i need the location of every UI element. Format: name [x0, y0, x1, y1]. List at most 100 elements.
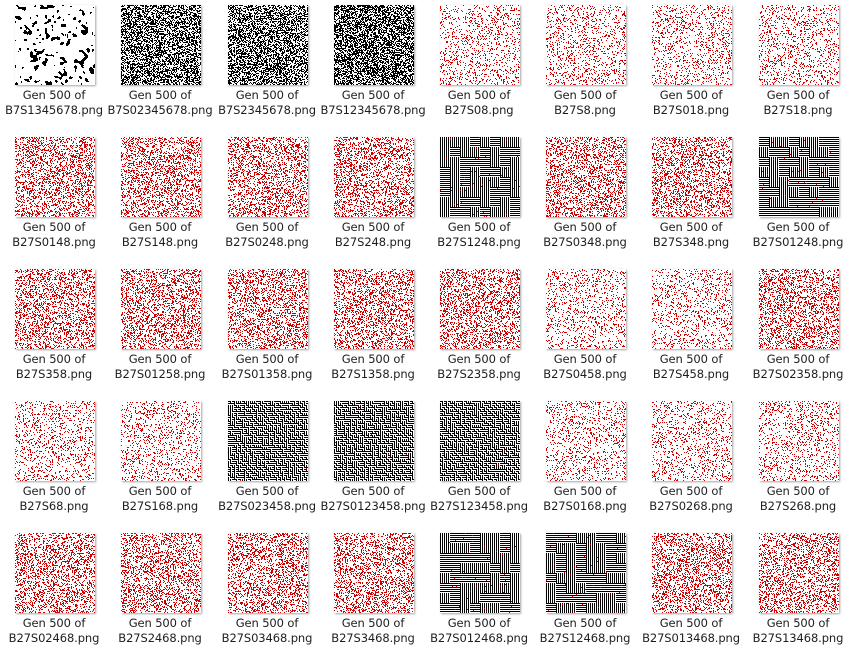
image-thumbnail[interactable] — [228, 269, 308, 349]
file-name-label[interactable]: Gen 500 of B27S02468.png — [0, 616, 111, 646]
image-thumbnail[interactable] — [334, 533, 414, 613]
file-item[interactable]: Gen 500 of B27S023458.png — [214, 396, 320, 524]
file-item[interactable]: Gen 500 of B7S12345678.png — [320, 0, 426, 128]
image-thumbnail[interactable] — [334, 269, 414, 349]
file-name-label[interactable]: Gen 500 of B27S1248.png — [422, 220, 536, 250]
image-thumbnail[interactable] — [334, 401, 414, 481]
file-name-label[interactable]: Gen 500 of B27S0458.png — [528, 352, 642, 382]
file-item[interactable]: Gen 500 of B27S12468.png — [532, 528, 638, 656]
image-thumbnail[interactable] — [652, 137, 732, 217]
file-name-label[interactable]: Gen 500 of B27S01358.png — [210, 352, 324, 382]
file-name-label[interactable]: Gen 500 of B27S013468.png — [634, 616, 748, 646]
file-item[interactable]: Gen 500 of B27S248.png — [320, 132, 426, 260]
file-item[interactable]: Gen 500 of B27S358.png — [1, 264, 107, 392]
file-name-label[interactable]: Gen 500 of B27S248.png — [316, 220, 430, 250]
file-name-label[interactable]: Gen 500 of B27S358.png — [0, 352, 111, 382]
file-item[interactable]: Gen 500 of B27S08.png — [426, 0, 532, 128]
file-name-label[interactable]: Gen 500 of B27S123458.png — [422, 484, 536, 514]
image-thumbnail[interactable] — [228, 533, 308, 613]
file-name-label[interactable]: Gen 500 of B7S2345678.png — [210, 88, 324, 118]
file-name-label[interactable]: Gen 500 of B27S03468.png — [210, 616, 324, 646]
image-thumbnail[interactable] — [546, 5, 626, 85]
file-name-label[interactable]: Gen 500 of B7S12345678.png — [316, 88, 430, 118]
file-item[interactable]: Gen 500 of B27S168.png — [107, 396, 213, 524]
image-thumbnail[interactable] — [759, 533, 839, 613]
image-thumbnail[interactable] — [652, 401, 732, 481]
file-item[interactable]: Gen 500 of B27S01258.png — [107, 264, 213, 392]
image-thumbnail[interactable] — [440, 5, 520, 85]
file-name-label[interactable]: Gen 500 of B27S8.png — [528, 88, 642, 118]
image-thumbnail[interactable] — [440, 269, 520, 349]
image-thumbnail[interactable] — [652, 5, 732, 85]
file-item[interactable]: Gen 500 of B27S18.png — [745, 0, 851, 128]
file-item[interactable]: Gen 500 of B27S012468.png — [426, 528, 532, 656]
file-item[interactable]: Gen 500 of B27S1358.png — [320, 264, 426, 392]
image-thumbnail[interactable] — [334, 137, 414, 217]
image-thumbnail[interactable] — [440, 533, 520, 613]
file-item[interactable]: Gen 500 of B27S02358.png — [745, 264, 851, 392]
image-thumbnail[interactable] — [652, 533, 732, 613]
image-thumbnail[interactable] — [15, 401, 95, 481]
image-thumbnail[interactable] — [759, 5, 839, 85]
file-name-label[interactable]: Gen 500 of B27S458.png — [634, 352, 748, 382]
file-item[interactable]: Gen 500 of B27S13468.png — [745, 528, 851, 656]
file-name-label[interactable]: Gen 500 of B27S68.png — [0, 484, 111, 514]
file-item[interactable]: Gen 500 of B27S148.png — [107, 132, 213, 260]
file-name-label[interactable]: Gen 500 of B27S018.png — [634, 88, 748, 118]
file-name-label[interactable]: Gen 500 of B27S0348.png — [528, 220, 642, 250]
file-item[interactable]: Gen 500 of B27S0348.png — [532, 132, 638, 260]
image-thumbnail[interactable] — [228, 401, 308, 481]
file-name-label[interactable]: Gen 500 of B27S3468.png — [316, 616, 430, 646]
image-thumbnail[interactable] — [546, 269, 626, 349]
image-thumbnail[interactable] — [440, 401, 520, 481]
file-name-label[interactable]: Gen 500 of B27S13468.png — [741, 616, 854, 646]
file-name-label[interactable]: Gen 500 of B27S0123458.png — [316, 484, 430, 514]
image-thumbnail[interactable] — [121, 269, 201, 349]
file-item[interactable]: Gen 500 of B27S02468.png — [1, 528, 107, 656]
file-item[interactable]: Gen 500 of B7S1345678.png — [1, 0, 107, 128]
file-name-label[interactable]: Gen 500 of B27S023458.png — [210, 484, 324, 514]
image-thumbnail[interactable] — [546, 533, 626, 613]
file-item[interactable]: Gen 500 of B27S8.png — [532, 0, 638, 128]
file-item[interactable]: Gen 500 of B27S3468.png — [320, 528, 426, 656]
file-name-label[interactable]: Gen 500 of B27S01248.png — [741, 220, 854, 250]
file-item[interactable]: Gen 500 of B7S02345678.png — [107, 0, 213, 128]
image-thumbnail[interactable] — [334, 5, 414, 85]
file-item[interactable]: Gen 500 of B27S0268.png — [638, 396, 744, 524]
file-item[interactable]: Gen 500 of B27S0458.png — [532, 264, 638, 392]
file-name-label[interactable]: Gen 500 of B7S02345678.png — [103, 88, 217, 118]
image-thumbnail[interactable] — [121, 533, 201, 613]
image-thumbnail[interactable] — [15, 269, 95, 349]
file-name-label[interactable]: Gen 500 of B27S01258.png — [103, 352, 217, 382]
file-item[interactable]: Gen 500 of B27S2358.png — [426, 264, 532, 392]
file-item[interactable]: Gen 500 of B27S01358.png — [214, 264, 320, 392]
file-item[interactable]: Gen 500 of B27S1248.png — [426, 132, 532, 260]
file-name-label[interactable]: Gen 500 of B27S0248.png — [210, 220, 324, 250]
file-item[interactable]: Gen 500 of B27S2468.png — [107, 528, 213, 656]
file-name-label[interactable]: Gen 500 of B27S18.png — [741, 88, 854, 118]
file-item[interactable]: Gen 500 of B27S458.png — [638, 264, 744, 392]
file-item[interactable]: Gen 500 of B27S0168.png — [532, 396, 638, 524]
file-item[interactable]: Gen 500 of B27S013468.png — [638, 528, 744, 656]
file-name-label[interactable]: Gen 500 of B27S2358.png — [422, 352, 536, 382]
file-name-label[interactable]: Gen 500 of B27S12468.png — [528, 616, 642, 646]
image-thumbnail[interactable] — [121, 401, 201, 481]
file-name-label[interactable]: Gen 500 of B27S08.png — [422, 88, 536, 118]
file-item[interactable]: Gen 500 of B7S2345678.png — [214, 0, 320, 128]
image-thumbnail[interactable] — [15, 533, 95, 613]
file-item[interactable]: Gen 500 of B27S0148.png — [1, 132, 107, 260]
file-name-label[interactable]: Gen 500 of B27S0168.png — [528, 484, 642, 514]
file-item[interactable]: Gen 500 of B27S0123458.png — [320, 396, 426, 524]
file-name-label[interactable]: Gen 500 of B27S268.png — [741, 484, 854, 514]
image-thumbnail[interactable] — [121, 137, 201, 217]
image-thumbnail[interactable] — [440, 137, 520, 217]
file-name-label[interactable]: Gen 500 of B7S1345678.png — [0, 88, 111, 118]
file-name-label[interactable]: Gen 500 of B27S148.png — [103, 220, 217, 250]
file-item[interactable]: Gen 500 of B27S0248.png — [214, 132, 320, 260]
file-name-label[interactable]: Gen 500 of B27S2468.png — [103, 616, 217, 646]
file-item[interactable]: Gen 500 of B27S01248.png — [745, 132, 851, 260]
image-thumbnail[interactable] — [759, 269, 839, 349]
image-thumbnail[interactable] — [546, 137, 626, 217]
image-thumbnail[interactable] — [759, 401, 839, 481]
file-item[interactable]: Gen 500 of B27S268.png — [745, 396, 851, 524]
